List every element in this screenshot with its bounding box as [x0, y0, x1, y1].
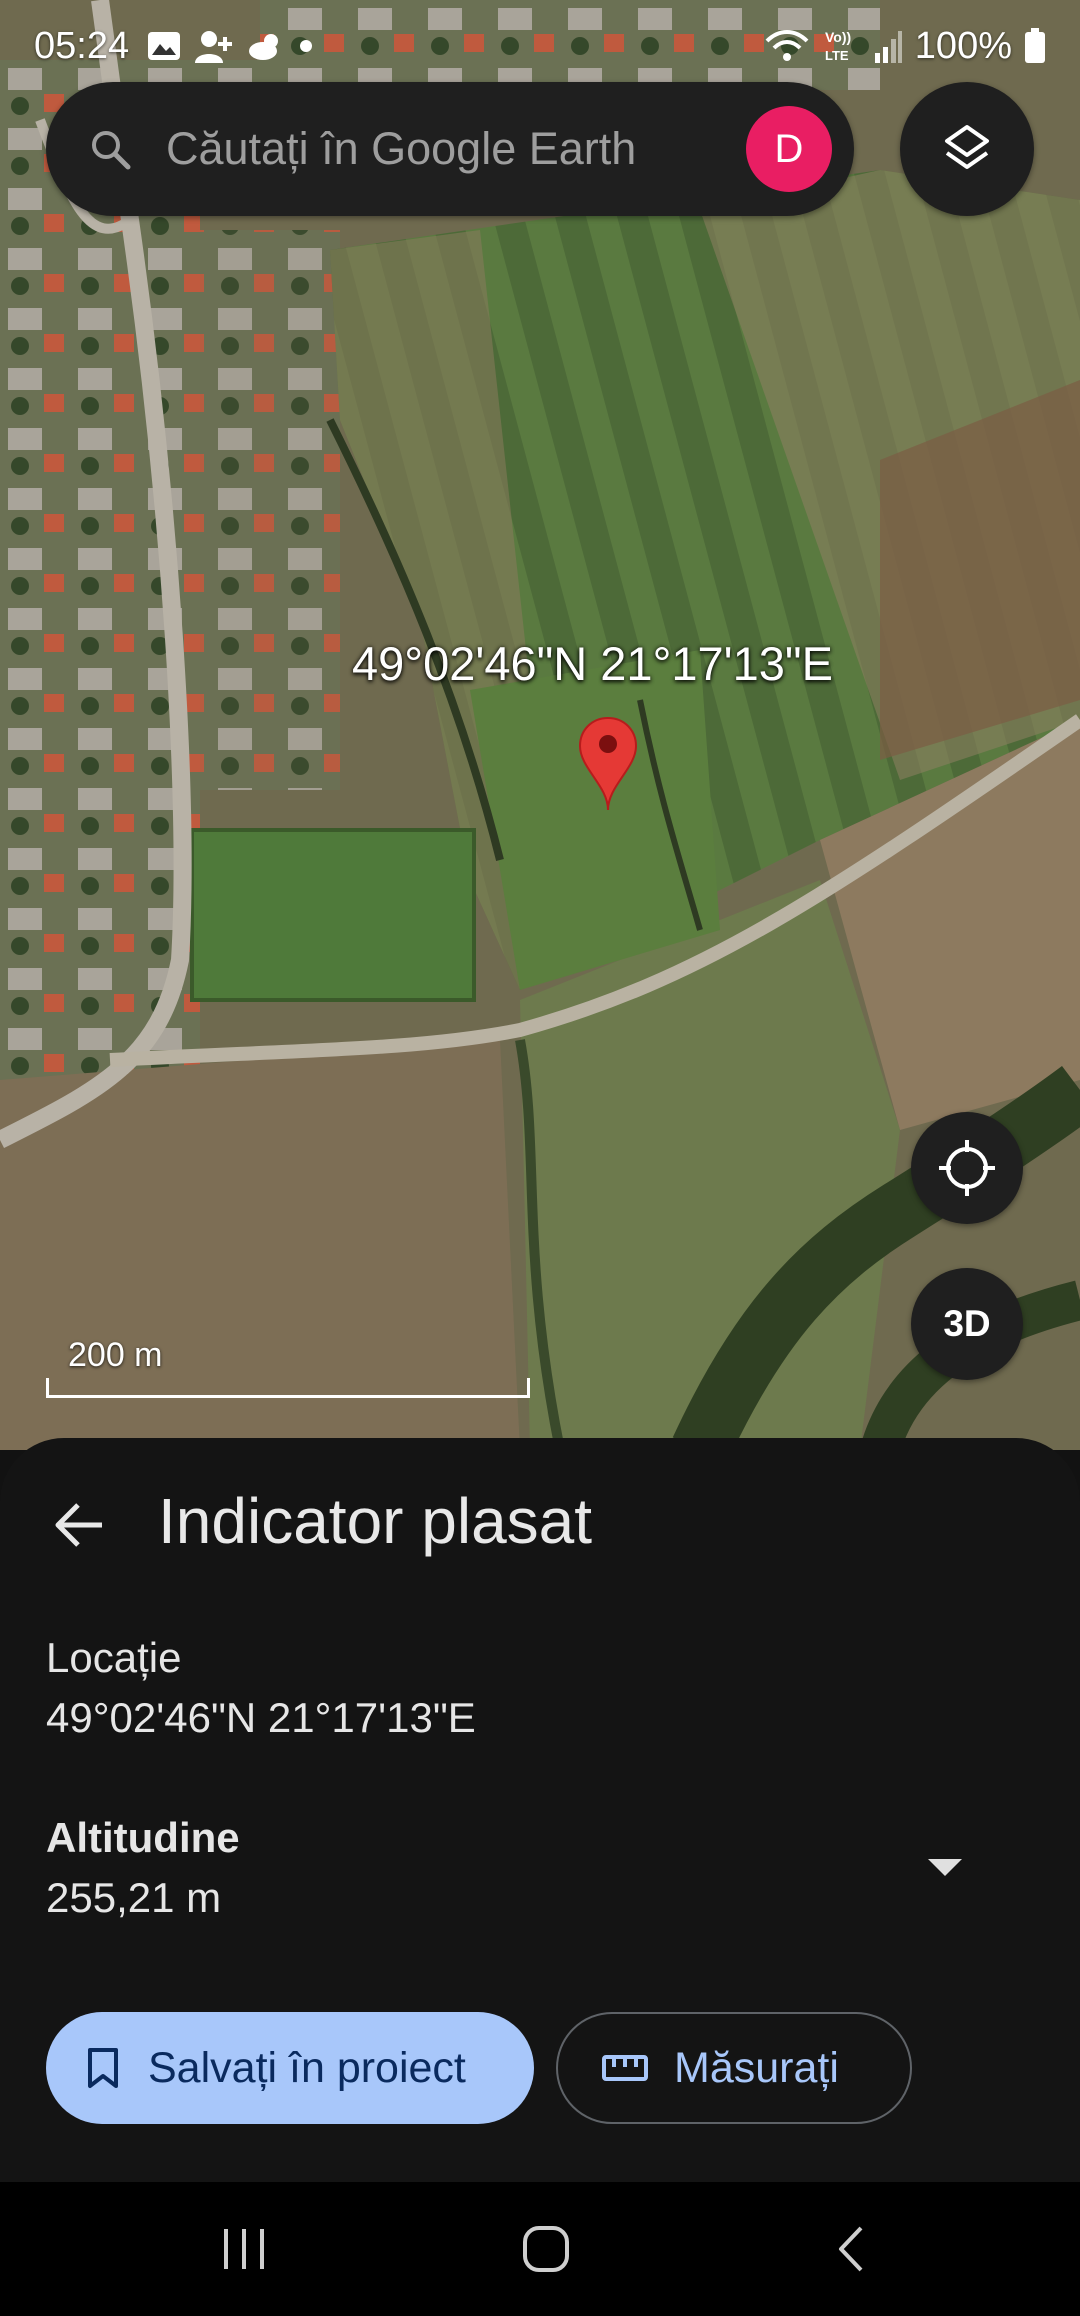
location-value: 49°02'46"N 21°17'13"E [46, 1694, 476, 1741]
satellite-imagery [0, 0, 1080, 1450]
svg-text:Vo)): Vo)) [825, 29, 851, 45]
status-bar: 05:24 Vo)) LTE 100% [0, 0, 1080, 92]
measure-label: Măsurați [674, 2043, 839, 2092]
layers-icon [945, 125, 989, 169]
recents-button[interactable] [184, 2206, 304, 2292]
back-button[interactable] [38, 1484, 120, 1566]
map-view[interactable]: 05:24 Vo)) LTE 100% Căutați în Google Ea… [0, 0, 1080, 1450]
weather-icon [249, 34, 279, 60]
map-pin-icon[interactable] [578, 716, 638, 812]
scale-bar [46, 1378, 530, 1398]
home-icon [523, 2226, 569, 2272]
3d-toggle-button[interactable]: 3D [911, 1268, 1023, 1380]
crosshair-icon [939, 1140, 995, 1196]
save-to-project-button[interactable]: Salvați în proiect [46, 2012, 534, 2124]
status-time: 05:24 [34, 24, 130, 67]
altitude-expand-button[interactable] [918, 1848, 972, 1888]
recents-icon [224, 2229, 264, 2269]
system-back-button[interactable] [790, 2206, 910, 2292]
altitude-value: 255,21 m [46, 1874, 222, 1921]
search-input[interactable]: Căutați în Google Earth [166, 123, 746, 175]
signal-icon [874, 31, 902, 63]
pin-coordinates-label: 49°02'46"N 21°17'13"E [352, 637, 833, 690]
chevron-left-icon [839, 2226, 863, 2272]
add-contact-icon [195, 31, 233, 63]
battery-percentage: 100% [914, 24, 1012, 67]
scale-label: 200 m [68, 1336, 163, 1374]
bookmark-icon [88, 2048, 118, 2088]
ruler-icon [602, 2055, 648, 2081]
battery-icon [1025, 28, 1045, 63]
search-icon [92, 131, 131, 170]
home-button[interactable] [486, 2206, 606, 2292]
sheet-title: Indicator plasat [158, 1485, 593, 1557]
wifi-icon [765, 30, 809, 61]
dropdown-arrow-icon [928, 1859, 962, 1876]
location-label: Locație [46, 1634, 182, 1681]
navigation-bar [0, 2182, 1080, 2316]
arrow-back-icon [55, 1503, 102, 1547]
gallery-icon [148, 32, 181, 60]
altitude-label: Altitudine [46, 1814, 240, 1861]
search-bar[interactable]: Căutați în Google Earth D [46, 82, 854, 216]
my-location-button[interactable] [911, 1112, 1023, 1224]
notification-dot-icon [300, 40, 313, 52]
layers-button[interactable] [900, 82, 1034, 216]
volte-icon: Vo)) LTE [825, 29, 851, 63]
save-to-project-label: Salvați în proiect [148, 2043, 466, 2092]
account-avatar[interactable]: D [746, 106, 832, 192]
svg-text:LTE: LTE [825, 48, 849, 63]
measure-button[interactable]: Măsurați [556, 2012, 912, 2124]
placemark-sheet: Indicator plasat Locație 49°02'46"N 21°1… [0, 1438, 1080, 2182]
avatar-letter: D [774, 126, 804, 171]
